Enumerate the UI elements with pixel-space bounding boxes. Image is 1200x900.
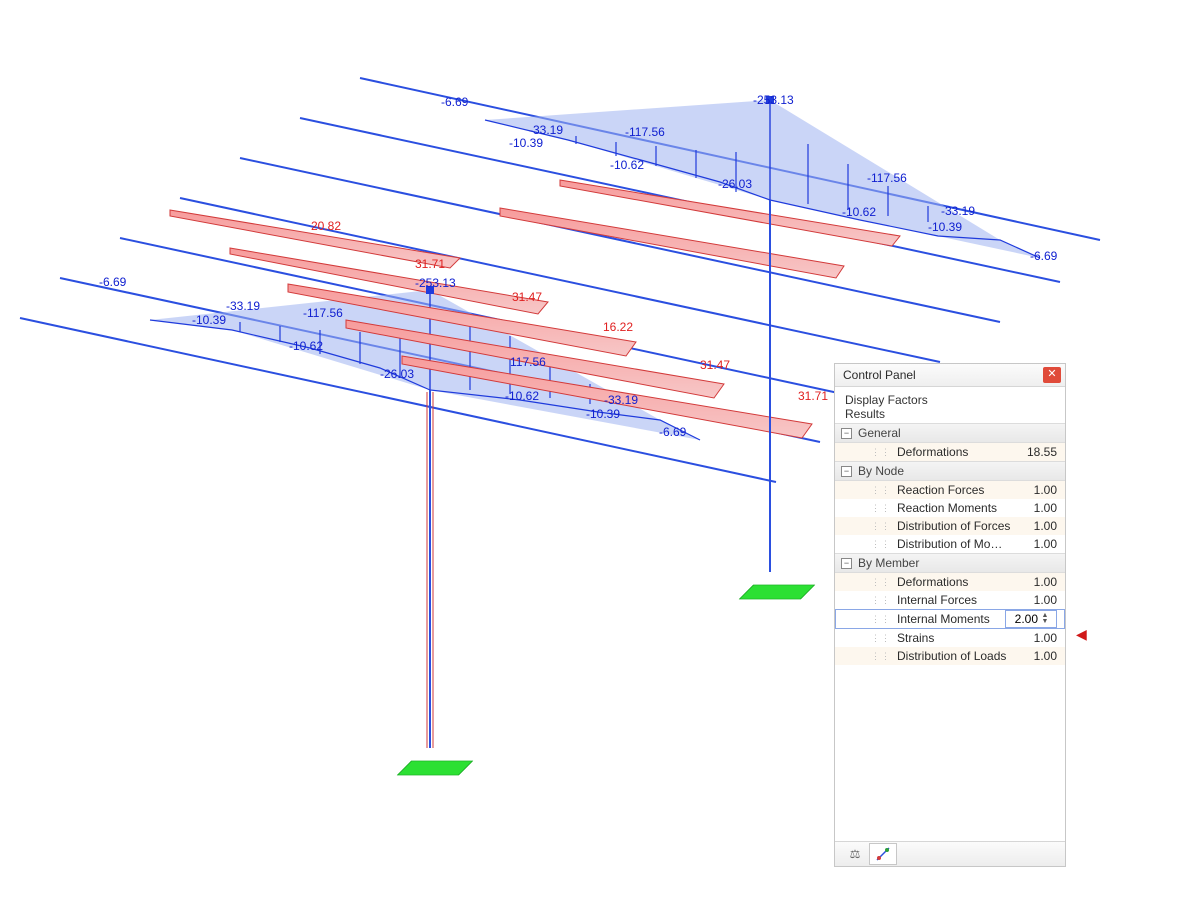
group-header[interactable]: −By Node bbox=[835, 461, 1065, 481]
moment-value-label: -117.56 bbox=[867, 172, 907, 184]
moment-value-label: -117.56 bbox=[625, 126, 665, 138]
drag-icon: ⋮⋮ bbox=[871, 521, 891, 532]
moment-value-label: -33.19 bbox=[226, 300, 260, 312]
panel-subtitle-2: Results bbox=[845, 407, 1055, 421]
moment-value-label: -33.19 bbox=[529, 124, 563, 136]
group-name: General bbox=[858, 426, 901, 440]
moment-value-label: -117.56 bbox=[303, 307, 343, 319]
control-panel: Control Panel ✕ Display Factors Results … bbox=[834, 363, 1066, 867]
moment-value-label: -6.69 bbox=[99, 276, 126, 288]
drag-icon: ⋮⋮ bbox=[871, 614, 891, 625]
drag-icon: ⋮⋮ bbox=[871, 651, 891, 662]
callout-marker: ◀ bbox=[1076, 626, 1087, 643]
moment-value-label: -26.03 bbox=[718, 178, 752, 190]
drag-icon: ⋮⋮ bbox=[871, 503, 891, 514]
factor-row[interactable]: ⋮⋮ Internal Moments ▲▼ bbox=[835, 609, 1065, 629]
factor-row[interactable]: ⋮⋮ Reaction Moments1.00 bbox=[835, 499, 1065, 517]
moment-value-label: -26.03 bbox=[380, 368, 414, 380]
moment-value-label: 16.22 bbox=[603, 321, 633, 333]
moment-value-label: -6.69 bbox=[441, 96, 468, 108]
drag-icon: ⋮⋮ bbox=[871, 485, 891, 496]
moment-value-label: -6.69 bbox=[1030, 250, 1057, 262]
moment-value-label: -10.39 bbox=[928, 221, 962, 233]
factor-label: Strains bbox=[897, 631, 1013, 645]
panel-subtitle-1: Display Factors bbox=[845, 393, 1055, 407]
control-panel-titlebar[interactable]: Control Panel ✕ bbox=[835, 364, 1065, 387]
factor-row[interactable]: ⋮⋮ Deformations18.55 bbox=[835, 443, 1065, 461]
factor-row[interactable]: ⋮⋮ Distribution of Mo…1.00 bbox=[835, 535, 1065, 553]
group-header[interactable]: −By Member bbox=[835, 553, 1065, 573]
factor-row[interactable]: ⋮⋮ Deformations1.00 bbox=[835, 573, 1065, 591]
factor-label: Distribution of Loads bbox=[897, 649, 1013, 663]
spinner-arrows-icon[interactable]: ▲▼ bbox=[1040, 612, 1050, 626]
moment-value-label: -253.13 bbox=[753, 94, 794, 106]
factor-value: 1.00 bbox=[1013, 501, 1057, 515]
factor-row[interactable]: ⋮⋮ Internal Forces1.00 bbox=[835, 591, 1065, 609]
support-pad-back bbox=[739, 585, 815, 599]
moment-value-label: -33.19 bbox=[941, 205, 975, 217]
drag-icon: ⋮⋮ bbox=[871, 447, 891, 458]
factor-label: Distribution of Mo… bbox=[897, 537, 1013, 551]
moment-value-label: 31.71 bbox=[798, 390, 828, 402]
moment-value-label: -253.13 bbox=[415, 277, 456, 289]
factor-value: 1.00 bbox=[1013, 483, 1057, 497]
collapse-icon[interactable]: − bbox=[841, 428, 852, 439]
factor-value: 1.00 bbox=[1013, 649, 1057, 663]
factor-value: 1.00 bbox=[1013, 593, 1057, 607]
moment-value-label: -33.19 bbox=[604, 394, 638, 406]
factor-input[interactable] bbox=[1006, 612, 1040, 626]
display-factors-icon[interactable] bbox=[869, 843, 897, 865]
drag-icon: ⋮⋮ bbox=[871, 577, 891, 588]
factor-label: Deformations bbox=[897, 575, 1013, 589]
moment-value-label: -10.62 bbox=[505, 390, 539, 402]
moment-value-label: -10.62 bbox=[842, 206, 876, 218]
group-name: By Member bbox=[858, 556, 919, 570]
close-icon[interactable]: ✕ bbox=[1043, 367, 1061, 383]
factor-label: Distribution of Forces bbox=[897, 519, 1013, 533]
moment-value-label: 117.56 bbox=[510, 356, 546, 368]
control-panel-footer: ⚖ bbox=[835, 841, 1065, 866]
factor-spinner[interactable]: ▲▼ bbox=[1005, 610, 1057, 628]
collapse-icon[interactable]: − bbox=[841, 466, 852, 477]
moment-value-label: 31.47 bbox=[512, 291, 542, 303]
moment-value-label: -6.69 bbox=[659, 426, 686, 438]
factor-value: 1.00 bbox=[1013, 631, 1057, 645]
factor-value: 1.00 bbox=[1013, 575, 1057, 589]
control-panel-title: Control Panel bbox=[843, 368, 1043, 382]
factor-label: Deformations bbox=[897, 445, 1013, 459]
collapse-icon[interactable]: − bbox=[841, 558, 852, 569]
group-name: By Node bbox=[858, 464, 904, 478]
factor-label: Reaction Moments bbox=[897, 501, 1013, 515]
drag-icon: ⋮⋮ bbox=[871, 539, 891, 550]
factor-value: 1.00 bbox=[1013, 519, 1057, 533]
factor-row[interactable]: ⋮⋮ Reaction Forces1.00 bbox=[835, 481, 1065, 499]
factor-label: Reaction Forces bbox=[897, 483, 1013, 497]
drag-icon: ⋮⋮ bbox=[871, 595, 891, 606]
factor-label: Internal Moments bbox=[897, 612, 1005, 626]
group-header[interactable]: −General bbox=[835, 423, 1065, 443]
factor-label: Internal Forces bbox=[897, 593, 1013, 607]
moment-value-label: -10.39 bbox=[509, 137, 543, 149]
drag-icon: ⋮⋮ bbox=[871, 633, 891, 644]
moment-value-label: 31.47 bbox=[700, 359, 730, 371]
factor-value: 1.00 bbox=[1013, 537, 1057, 551]
support-pad-front bbox=[397, 761, 473, 775]
factor-row[interactable]: ⋮⋮ Distribution of Loads1.00 bbox=[835, 647, 1065, 665]
moment-value-label: -10.39 bbox=[192, 314, 226, 326]
factor-row[interactable]: ⋮⋮ Distribution of Forces1.00 bbox=[835, 517, 1065, 535]
moment-value-label: -10.62 bbox=[289, 340, 323, 352]
factor-row[interactable]: ⋮⋮ Strains1.00 bbox=[835, 629, 1065, 647]
factor-value: 18.55 bbox=[1013, 445, 1057, 459]
moment-value-label: 20.82 bbox=[311, 220, 341, 232]
moment-value-label: -10.62 bbox=[610, 159, 644, 171]
scale-icon[interactable]: ⚖ bbox=[841, 843, 869, 865]
moment-value-label: -10.39 bbox=[586, 408, 620, 420]
moment-value-label: 31.71 bbox=[415, 258, 445, 270]
